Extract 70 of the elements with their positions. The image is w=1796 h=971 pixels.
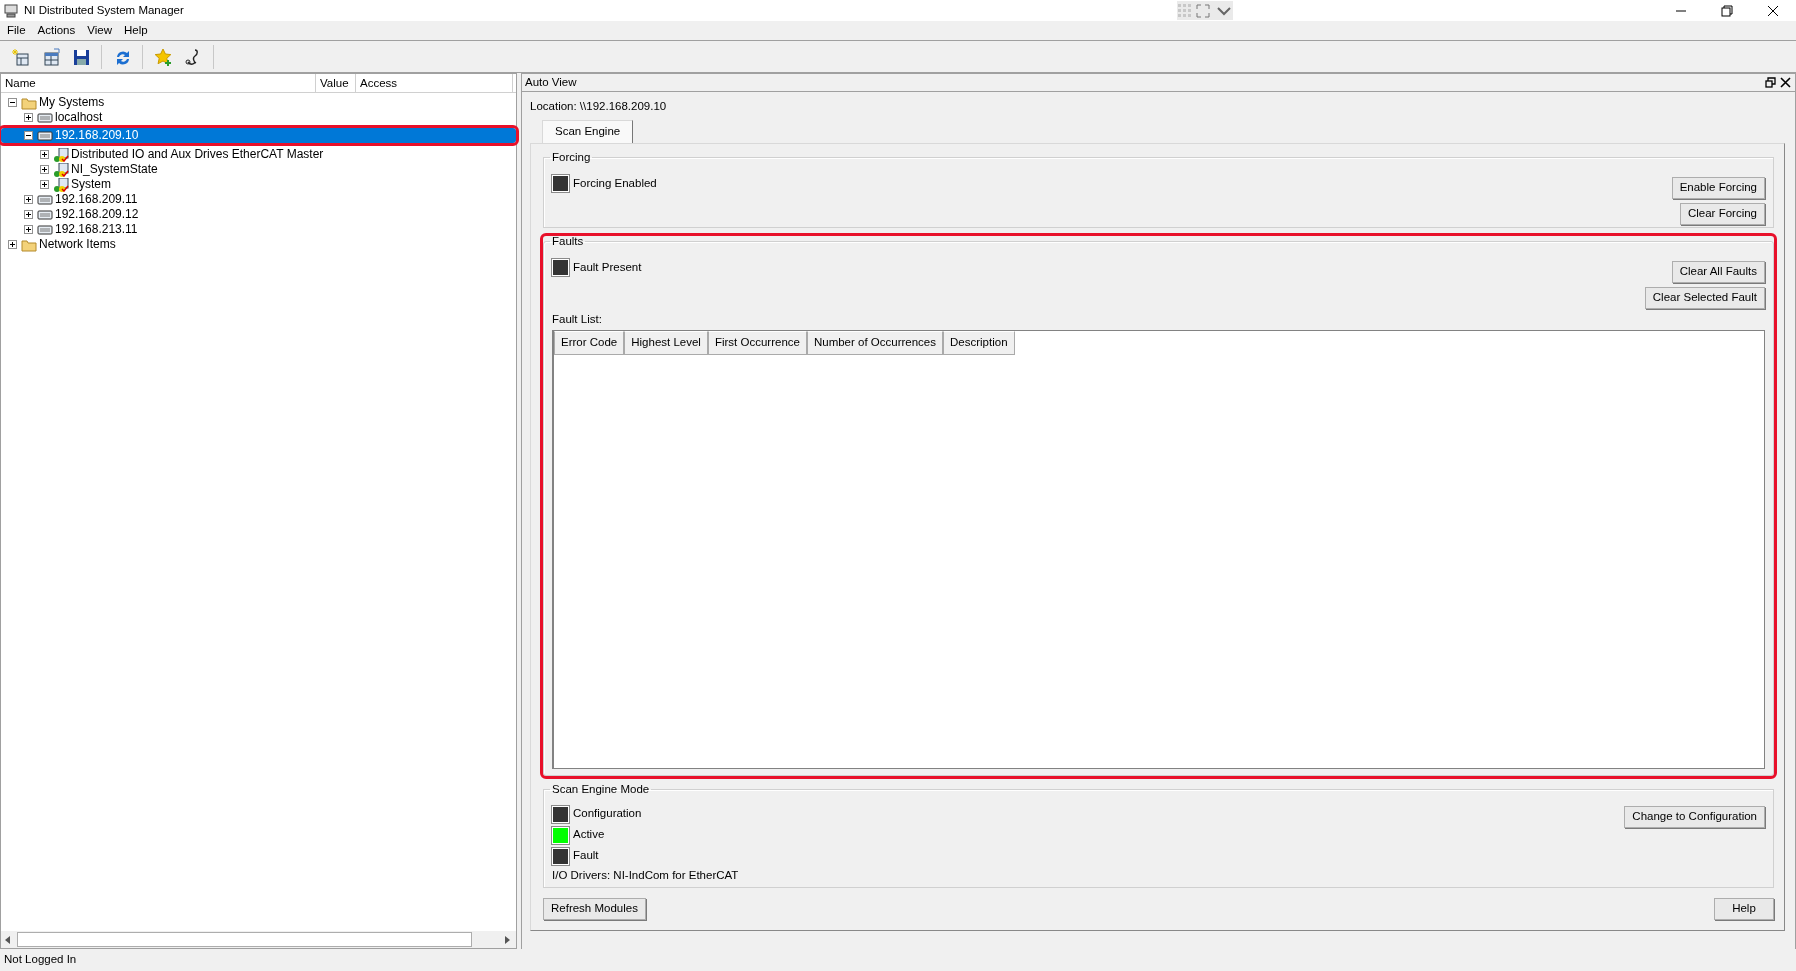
tree-item[interactable]: NI_SystemState [1, 162, 516, 177]
status-text: Not Logged In [4, 953, 77, 967]
location-text: Location: \\192.168.209.10 [530, 100, 668, 114]
scrollbar-thumb[interactable] [17, 932, 472, 947]
tree-item[interactable]: 192.168.213.11 [1, 222, 516, 237]
action-button[interactable]: Change to Configuration [1624, 805, 1765, 828]
folder-icon [21, 95, 37, 110]
expand-icon[interactable] [40, 165, 49, 174]
tab[interactable]: Scan Engine [542, 119, 634, 143]
list-label: Fault List: [552, 312, 603, 327]
tree-item[interactable]: System [1, 177, 516, 192]
menu-item[interactable]: Help [118, 23, 153, 38]
expand-icon[interactable] [8, 240, 17, 249]
group-title: Scan Engine Mode [551, 784, 651, 796]
tree-item[interactable]: 192.168.209.10 [1, 128, 516, 143]
save-icon[interactable] [72, 47, 90, 66]
expand-icon[interactable] [24, 210, 33, 219]
collapse-icon[interactable] [24, 131, 33, 140]
tree-item[interactable]: 192.168.209.11 [1, 192, 516, 207]
indicator-label: Forcing Enabled [573, 176, 657, 191]
device-icon [37, 207, 53, 222]
indicator-label: Fault Present [573, 260, 642, 275]
close-icon[interactable] [1780, 77, 1791, 88]
device-icon [37, 128, 53, 143]
collapse-icon[interactable] [8, 98, 17, 107]
driver-text: I/O Drivers: NI-IndCom for EtherCAT [552, 868, 740, 883]
pane-title: Auto View [525, 75, 577, 90]
menu-item[interactable]: View [82, 23, 117, 38]
tree-item[interactable]: localhost [1, 110, 516, 125]
column-header[interactable]: Highest Level [624, 331, 708, 356]
menu-item[interactable]: File [2, 23, 31, 38]
action-button[interactable]: Clear All Faults [1671, 261, 1765, 283]
group-title: Forcing [551, 151, 592, 164]
restore-icon[interactable] [1765, 77, 1776, 88]
module-icon [53, 162, 69, 177]
indicator-label: Configuration [573, 807, 642, 822]
window-title: NI Distributed System Manager [24, 3, 184, 18]
expand-icon[interactable] [24, 225, 33, 234]
menu-item[interactable]: Actions [32, 23, 81, 38]
module-icon [53, 147, 69, 162]
action-button[interactable]: Clear Selected Fault [1644, 286, 1765, 309]
group-title: Faults [551, 235, 585, 248]
tree-item[interactable]: Network Items [1, 237, 516, 252]
expand-icon[interactable] [24, 195, 33, 204]
action-button[interactable]: Help [1714, 898, 1774, 920]
column-header[interactable]: Number of Occurrences [806, 331, 943, 356]
action-button[interactable]: Enable Forcing [1671, 177, 1765, 199]
device-icon [37, 192, 53, 207]
action-button[interactable]: Refresh Modules [543, 898, 646, 920]
expand-icon[interactable] [24, 113, 33, 122]
indicator-label: Active [573, 828, 605, 843]
column-header[interactable]: Error Code [554, 331, 625, 356]
module-icon [53, 177, 69, 192]
device-icon [37, 222, 53, 237]
column-header[interactable]: First Occurrence [707, 331, 807, 356]
expand-icon[interactable] [40, 180, 49, 189]
action-button[interactable]: Clear Forcing [1679, 202, 1765, 225]
star-icon[interactable] [154, 47, 172, 66]
column-header[interactable]: Description [943, 331, 1015, 356]
tree-item[interactable]: Distributed IO and Aux Drives EtherCAT Master [1, 147, 516, 162]
new-item-icon[interactable] [12, 47, 30, 66]
tree-item[interactable]: My Systems [1, 95, 516, 110]
expand-icon[interactable] [40, 150, 49, 159]
restore-icon[interactable] [1719, 2, 1735, 19]
folder-icon [21, 237, 37, 252]
tree-item[interactable]: 192.168.209.12 [1, 207, 516, 222]
indicator-label: Fault [573, 849, 599, 864]
window-icon[interactable] [42, 47, 60, 66]
app-icon [4, 2, 20, 19]
device-icon [37, 110, 53, 125]
